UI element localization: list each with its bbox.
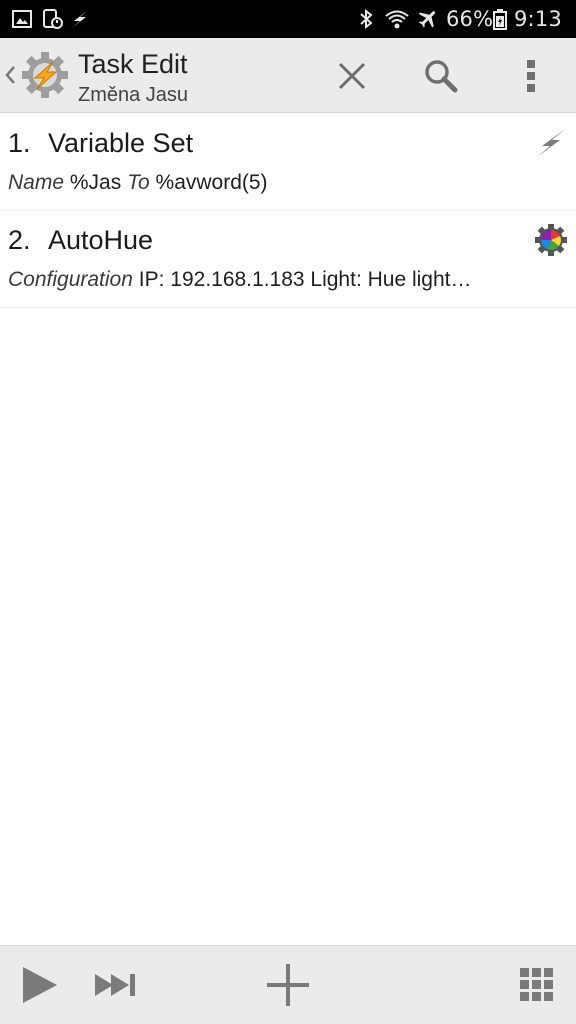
back-chevron-icon[interactable] — [4, 64, 16, 91]
page-title: Task Edit — [78, 49, 188, 79]
grid-button[interactable] — [512, 960, 562, 1010]
step-button[interactable] — [90, 960, 140, 1010]
add-icon — [267, 964, 309, 1006]
close-icon — [338, 62, 366, 90]
action-name: AutoHue — [48, 225, 154, 255]
param-value: IP: 192.168.1.183 Light: Hue light… — [138, 268, 472, 291]
gallery-icon — [12, 0, 32, 38]
action-header: 1. Variable Set — [8, 128, 193, 159]
battery-icon — [493, 0, 507, 38]
status-bar: 66% 9:13 — [0, 0, 576, 38]
add-action-button[interactable] — [263, 960, 313, 1010]
play-icon — [23, 967, 57, 1003]
wifi-icon — [384, 0, 410, 38]
play-button[interactable] — [14, 960, 64, 1010]
grid-icon — [520, 968, 553, 1001]
param-label: Name — [8, 171, 65, 194]
task-name-subtitle: Změna Jasu — [78, 84, 189, 106]
param-label: To — [127, 171, 150, 194]
param-value: %avword(5) — [155, 171, 268, 194]
bottom-toolbar — [0, 945, 576, 1024]
step-icon — [95, 974, 135, 996]
action-header: 2. AutoHue — [8, 225, 153, 256]
tasker-logo-icon[interactable] — [20, 50, 70, 100]
action-list: 1. Variable Set Name %Jas To %avword(5) 2… — [0, 114, 576, 308]
action-detail: Name %Jas To %avword(5) — [8, 171, 548, 195]
screenshot-icon — [42, 0, 64, 38]
airplane-icon — [416, 0, 440, 38]
action-number: 1. — [8, 128, 31, 158]
overflow-menu-icon — [527, 60, 535, 92]
clock: 9:13 — [514, 7, 562, 31]
flash-icon — [534, 126, 568, 160]
overflow-menu-button[interactable] — [509, 54, 553, 98]
action-name: Variable Set — [48, 128, 194, 158]
action-item-autohue[interactable]: 2. AutoHue Configuration IP: 192.168.1.18… — [0, 211, 576, 308]
bluetooth-icon — [358, 0, 374, 38]
param-label: Configuration — [8, 268, 133, 291]
action-number: 2. — [8, 225, 31, 255]
action-bar: Task Edit Změna Jasu — [0, 38, 576, 113]
action-detail: Configuration IP: 192.168.1.183 Light: H… — [8, 268, 548, 292]
autohue-plugin-icon — [534, 223, 568, 257]
param-value: %Jas — [69, 171, 122, 194]
battery-percent: 66% — [446, 7, 494, 31]
action-item-variable-set[interactable]: 1. Variable Set Name %Jas To %avword(5) — [0, 114, 576, 211]
tasker-flash-icon — [70, 0, 90, 38]
search-button[interactable] — [419, 54, 463, 98]
close-button[interactable] — [330, 54, 374, 98]
search-icon — [425, 60, 458, 93]
